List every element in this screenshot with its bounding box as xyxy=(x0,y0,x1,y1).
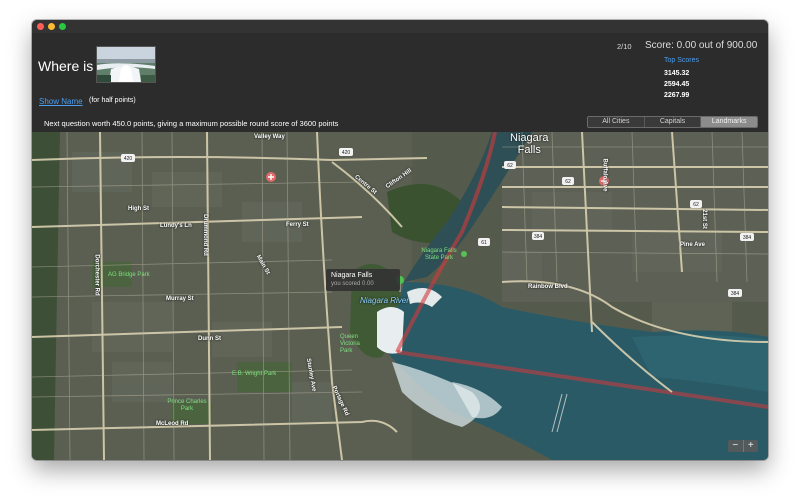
svg-text:62: 62 xyxy=(693,202,699,208)
minimize-window-button[interactable] xyxy=(48,23,55,30)
route-shield: 62 xyxy=(504,161,516,169)
svg-text:384: 384 xyxy=(534,234,543,240)
map-label-street: 21st St xyxy=(700,209,707,229)
top-score-item: 2267.99 xyxy=(664,92,690,99)
map-view[interactable]: 420 420 62 62 62 61 384 384 384 Niagara F… xyxy=(32,132,768,460)
svg-text:420: 420 xyxy=(342,150,351,156)
quiz-header: Where is Show Name (for half points) Nex… xyxy=(32,33,768,132)
half-points-note: (for half points) xyxy=(89,97,136,104)
route-shield: 62 xyxy=(690,200,702,208)
map-label-park: Niagara Falls State Park xyxy=(421,248,457,261)
map-label-park: E.B. Wright Park xyxy=(232,371,277,377)
svg-text:420: 420 xyxy=(124,156,133,162)
route-shield: 420 xyxy=(121,154,135,162)
callout-score: you scored 0.00 xyxy=(331,281,374,287)
svg-text:62: 62 xyxy=(565,179,571,185)
map-label-street: Ferry St xyxy=(286,222,309,228)
top-score-item: 3145.32 xyxy=(664,70,690,77)
zoom-in-button[interactable]: + xyxy=(742,440,759,452)
map-label-street: Dunn St xyxy=(198,336,221,342)
map-label-park: Queen Victoria Park xyxy=(340,334,360,354)
map-label-street: Valley Way xyxy=(254,134,285,140)
map-label-park: AG Bridge Park xyxy=(108,272,150,278)
zoom-control: − + xyxy=(728,440,758,452)
score-display: Score: 0.00 out of 900.00 xyxy=(645,40,758,51)
map-label-street: Buffalo Ave xyxy=(601,158,608,192)
svg-text:384: 384 xyxy=(731,291,740,297)
route-shield: 420 xyxy=(339,148,353,156)
map-label-street: Lundy's Ln xyxy=(160,223,192,229)
category-capitals[interactable]: Capitals xyxy=(644,117,702,127)
svg-text:61: 61 xyxy=(481,240,487,246)
show-name-link[interactable]: Show Name xyxy=(39,97,83,106)
question-image xyxy=(96,46,156,83)
svg-text:62: 62 xyxy=(507,163,513,169)
map-label-park: Prince Charles Park xyxy=(167,399,207,412)
map-label-street: Dorchester Rd xyxy=(93,254,100,296)
map-label-street: Pine Ave xyxy=(680,242,705,248)
map-label-street: McLeod Rd xyxy=(156,421,189,427)
route-shield: 384 xyxy=(740,233,754,241)
map-label-street: Drummond Rd xyxy=(201,214,208,256)
top-score-item: 2594.45 xyxy=(664,81,690,88)
app-window: Where is Show Name (for half points) Nex… xyxy=(32,20,768,460)
route-shield: 384 xyxy=(532,232,544,240)
map-label-city: Niagara Falls xyxy=(510,132,549,156)
category-landmarks[interactable]: Landmarks xyxy=(701,117,757,127)
route-shield: 61 xyxy=(478,238,490,246)
map-label-river: Niagara River xyxy=(360,296,409,305)
category-all-cities[interactable]: All Cities xyxy=(588,117,645,127)
map-label-street: Murray St xyxy=(166,296,194,302)
route-shield: 384 xyxy=(728,289,742,297)
title-bar xyxy=(32,20,768,33)
question-label: Where is xyxy=(38,58,94,74)
map-label-street: Rainbow Blvd xyxy=(528,284,568,290)
category-selector: All Cities Capitals Landmarks xyxy=(587,116,758,128)
route-shield: 62 xyxy=(562,177,574,185)
zoom-out-button[interactable]: − xyxy=(728,440,743,452)
next-question-info: Next question worth 450.0 points, giving… xyxy=(44,119,339,128)
top-scores-title[interactable]: Top Scores xyxy=(664,57,699,64)
map-label-street: High St xyxy=(128,206,149,212)
top-scores-list: 3145.32 2594.45 2267.99 xyxy=(664,68,689,101)
callout-title: Niagara Falls xyxy=(331,272,373,279)
question-progress: 2/10 xyxy=(617,42,632,51)
location-callout: Niagara Falls you scored 0.00 xyxy=(326,269,400,291)
maximize-window-button[interactable] xyxy=(59,23,66,30)
svg-text:384: 384 xyxy=(743,235,752,241)
close-window-button[interactable] xyxy=(37,23,44,30)
